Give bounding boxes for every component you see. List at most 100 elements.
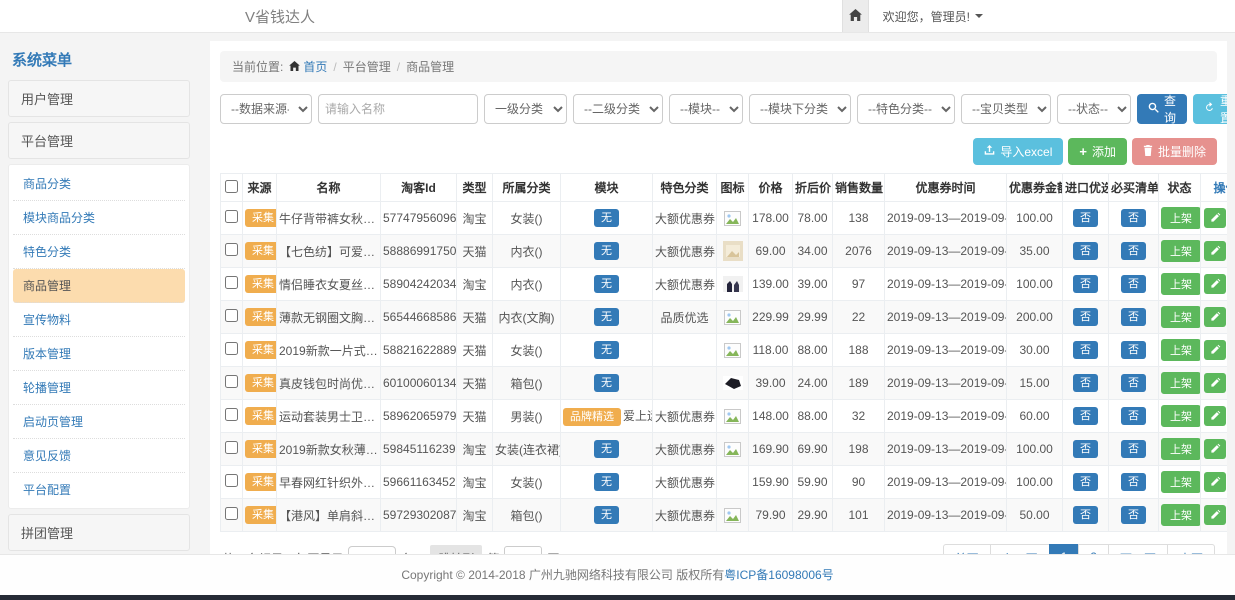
breadcrumb-home-link[interactable]: 首页: [289, 58, 327, 75]
jump-page-input[interactable]: [504, 546, 542, 555]
sidebar-item-商品分类[interactable]: 商品分类: [13, 167, 185, 201]
must-buy-badge[interactable]: 否: [1121, 506, 1146, 524]
imported-badge[interactable]: 否: [1073, 341, 1098, 359]
module-select[interactable]: --模块--: [669, 94, 743, 124]
search-button[interactable]: 查询: [1137, 94, 1187, 124]
pager-prev[interactable]: 上一页: [990, 544, 1050, 554]
status-button[interactable]: 上架: [1161, 504, 1201, 526]
imported-badge[interactable]: 否: [1073, 407, 1098, 425]
module-sub-select[interactable]: --模块下分类--: [749, 94, 851, 124]
row-checkbox[interactable]: [225, 210, 238, 223]
must-buy-badge[interactable]: 否: [1121, 374, 1146, 392]
icp-link[interactable]: 粤ICP备16098006号: [724, 568, 833, 582]
sidebar-section-用户管理[interactable]: 用户管理: [8, 80, 190, 117]
taoke-id: 588869917501: [381, 235, 457, 268]
level2-category-select[interactable]: --二级分类--: [573, 94, 663, 124]
reset-button[interactable]: 重置: [1193, 94, 1227, 124]
pager-last[interactable]: 末页: [1167, 544, 1215, 554]
must-buy-badge[interactable]: 否: [1121, 440, 1146, 458]
sidebar-item-意见反馈[interactable]: 意见反馈: [13, 439, 185, 473]
edit-button[interactable]: [1204, 208, 1226, 228]
pager-first[interactable]: 首页: [943, 544, 991, 554]
source-badge: 采集: [245, 440, 277, 458]
edit-button[interactable]: [1204, 439, 1226, 459]
edit-button[interactable]: [1204, 472, 1226, 492]
must-buy-badge[interactable]: 否: [1121, 308, 1146, 326]
row-checkbox[interactable]: [225, 474, 238, 487]
edit-button[interactable]: [1204, 274, 1226, 294]
per-page-select[interactable]: 10: [348, 546, 396, 555]
imported-badge[interactable]: 否: [1073, 242, 1098, 260]
imported-badge[interactable]: 否: [1073, 506, 1098, 524]
must-buy-badge[interactable]: 否: [1121, 209, 1146, 227]
name-search-input[interactable]: [318, 94, 478, 124]
row-checkbox[interactable]: [225, 375, 238, 388]
add-button[interactable]: + 添加: [1068, 138, 1127, 165]
product-name: 牛仔背带裤女秋装减龄...: [277, 202, 381, 235]
must-buy-badge[interactable]: 否: [1121, 473, 1146, 491]
imported-badge[interactable]: 否: [1073, 473, 1098, 491]
edit-button[interactable]: [1204, 373, 1226, 393]
feature-category-select[interactable]: --特色分类--: [857, 94, 955, 124]
discount-price: 29.99: [793, 301, 833, 334]
col-taoke-id: 淘客Id: [381, 174, 457, 202]
jump-button[interactable]: 跳转到: [430, 545, 482, 554]
home-button[interactable]: [842, 0, 869, 32]
imported-badge[interactable]: 否: [1073, 374, 1098, 392]
edit-button[interactable]: [1204, 406, 1226, 426]
status-button[interactable]: 上架: [1161, 207, 1201, 229]
status-select[interactable]: --状态--: [1057, 94, 1131, 124]
must-buy-badge[interactable]: 否: [1121, 407, 1146, 425]
source-select[interactable]: --数据来源--: [220, 94, 312, 124]
pager: 首页 上一页 1 2 下一页 末页: [943, 544, 1215, 554]
pager-page-1[interactable]: 1: [1049, 544, 1080, 554]
status-button[interactable]: 上架: [1161, 273, 1201, 295]
sidebar-item-商品管理[interactable]: 商品管理: [13, 269, 185, 303]
status-button[interactable]: 上架: [1161, 306, 1201, 328]
row-checkbox[interactable]: [225, 309, 238, 322]
row-checkbox[interactable]: [225, 342, 238, 355]
row-checkbox[interactable]: [225, 276, 238, 289]
imported-badge[interactable]: 否: [1073, 275, 1098, 293]
imported-badge[interactable]: 否: [1073, 440, 1098, 458]
user-menu[interactable]: 欢迎您，管理员!: [883, 8, 983, 25]
edit-button[interactable]: [1204, 241, 1226, 261]
row-checkbox[interactable]: [225, 243, 238, 256]
status-button[interactable]: 上架: [1161, 405, 1201, 427]
feature-category: 大额优惠券: [653, 433, 717, 466]
status-button[interactable]: 上架: [1161, 372, 1201, 394]
sidebar-item-版本管理[interactable]: 版本管理: [13, 337, 185, 371]
imported-badge[interactable]: 否: [1073, 209, 1098, 227]
status-button[interactable]: 上架: [1161, 438, 1201, 460]
col-type: 类型: [457, 174, 493, 202]
pager-page-2[interactable]: 2: [1078, 544, 1109, 554]
sidebar-item-轮播管理[interactable]: 轮播管理: [13, 371, 185, 405]
sidebar-section-平台管理[interactable]: 平台管理: [8, 122, 190, 159]
select-all-checkbox[interactable]: [225, 180, 238, 193]
must-buy-badge[interactable]: 否: [1121, 275, 1146, 293]
must-buy-badge[interactable]: 否: [1121, 341, 1146, 359]
level1-category-select[interactable]: 一级分类: [484, 94, 567, 124]
breadcrumb-item-platform[interactable]: 平台管理: [343, 58, 391, 75]
sidebar-section-拼团管理[interactable]: 拼团管理: [8, 514, 190, 551]
batch-delete-button[interactable]: 批量删除: [1132, 138, 1217, 165]
sidebar-item-特色分类[interactable]: 特色分类: [13, 235, 185, 269]
row-checkbox[interactable]: [225, 441, 238, 454]
sidebar-item-模块商品分类[interactable]: 模块商品分类: [13, 201, 185, 235]
sidebar-item-启动页管理[interactable]: 启动页管理: [13, 405, 185, 439]
status-button[interactable]: 上架: [1161, 339, 1201, 361]
edit-button[interactable]: [1204, 340, 1226, 360]
status-button[interactable]: 上架: [1161, 240, 1201, 262]
row-checkbox[interactable]: [225, 408, 238, 421]
import-excel-button[interactable]: 导入excel: [973, 138, 1063, 165]
edit-button[interactable]: [1204, 307, 1226, 327]
pager-next[interactable]: 下一页: [1108, 544, 1168, 554]
must-buy-badge[interactable]: 否: [1121, 242, 1146, 260]
imported-badge[interactable]: 否: [1073, 308, 1098, 326]
status-button[interactable]: 上架: [1161, 471, 1201, 493]
item-type-select[interactable]: --宝贝类型--: [961, 94, 1051, 124]
sidebar-item-平台配置[interactable]: 平台配置: [13, 473, 185, 506]
sidebar-item-宣传物料[interactable]: 宣传物料: [13, 303, 185, 337]
edit-button[interactable]: [1204, 505, 1226, 525]
row-checkbox[interactable]: [225, 507, 238, 520]
